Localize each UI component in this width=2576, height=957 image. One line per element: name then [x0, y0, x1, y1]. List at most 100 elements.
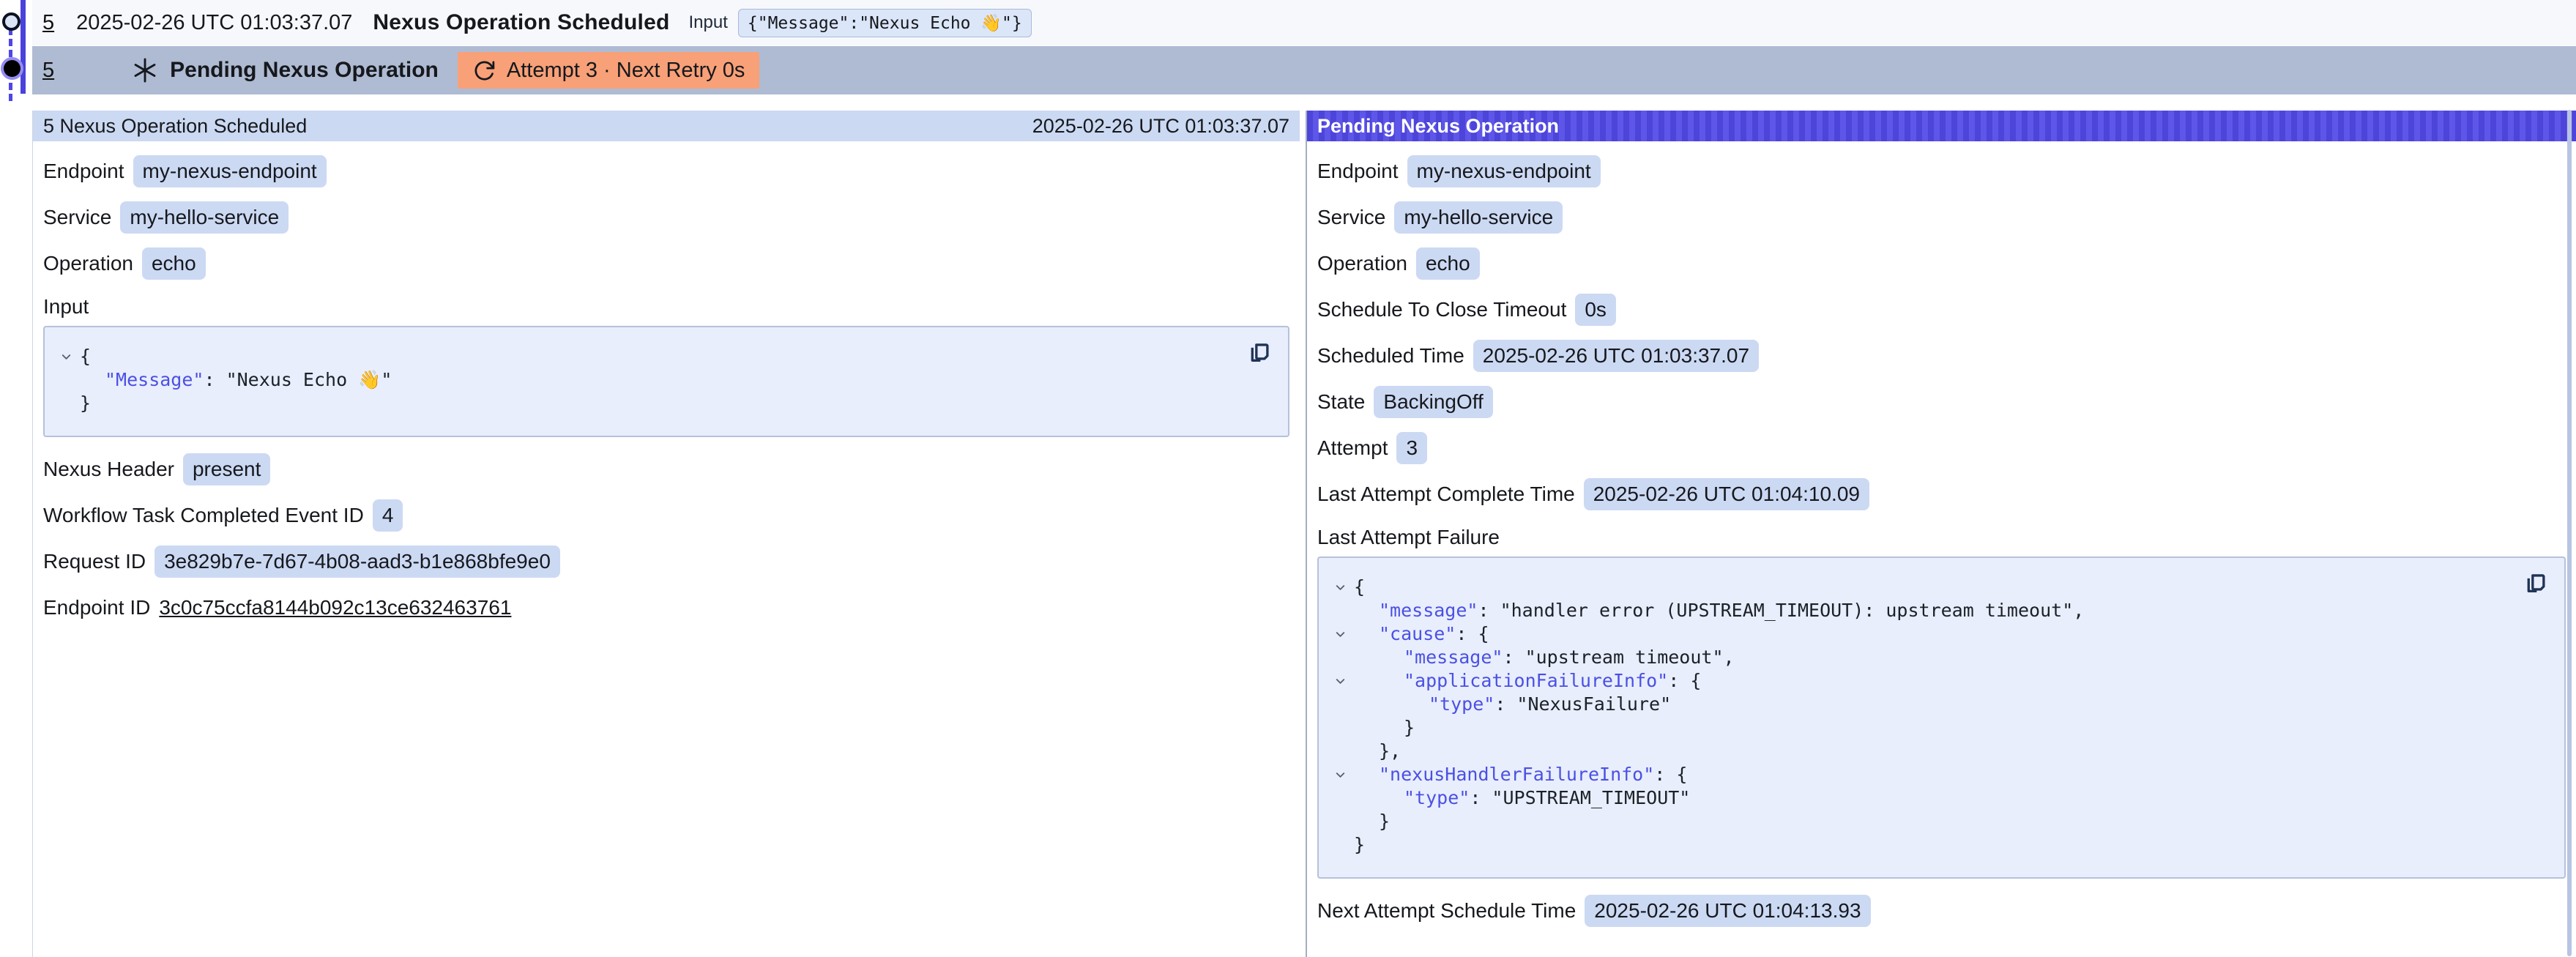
- detail-panels: 5 Nexus Operation Scheduled 2025-02-26 U…: [0, 111, 2576, 957]
- event-id-link[interactable]: 5: [42, 11, 54, 35]
- field-value-chip: my-hello-service: [1394, 201, 1563, 234]
- field-label: Next Attempt Schedule Time: [1317, 899, 1576, 923]
- field-value-chip: 0s: [1575, 294, 1616, 326]
- json-line: },: [1326, 740, 2506, 763]
- retry-status-badge: Attempt 3 · Next Retry 0s: [458, 52, 760, 89]
- field-row-endpoint-id: Endpoint ID 3c0c75ccfa8144b092c13ce63246…: [43, 592, 1300, 624]
- field-value-chip: present: [183, 453, 270, 485]
- field-label: Workflow Task Completed Event ID: [43, 504, 364, 527]
- field-label: Attempt: [1317, 436, 1388, 460]
- pending-operation-row[interactable]: 5 Pending Nexus Operation Attempt 3 · Ne…: [32, 46, 2576, 94]
- json-line: {: [1326, 576, 2506, 599]
- event-panel-timestamp: 2025-02-26 UTC 01:03:37.07: [1032, 115, 1289, 138]
- event-title: Nexus Operation Scheduled: [373, 10, 669, 35]
- pending-title: Pending Nexus Operation: [170, 58, 439, 83]
- json-line: "message": "handler error (UPSTREAM_TIME…: [1326, 599, 2506, 622]
- failure-section-label: Last Attempt Failure: [1317, 526, 2576, 549]
- timeline-node-open-icon: [2, 12, 21, 31]
- field-row-operation: Operation echo: [43, 247, 1300, 280]
- collapse-chevron-icon[interactable]: [1326, 763, 1354, 786]
- event-summary-row[interactable]: 5 2025-02-26 UTC 01:03:37.07 Nexus Opera…: [32, 0, 2576, 45]
- field-label: Last Attempt Complete Time: [1317, 483, 1575, 506]
- retry-badge-text: Attempt 3 · Next Retry 0s: [507, 59, 745, 83]
- gutter-spacer: [1326, 599, 1354, 622]
- collapse-chevron-icon[interactable]: [1326, 669, 1354, 693]
- input-json-viewer: {"Message": "Nexus Echo 👋"}: [43, 326, 1289, 437]
- field-label: Endpoint ID: [43, 596, 150, 619]
- field-label: Nexus Header: [43, 458, 174, 481]
- field-row-operation: Operation echo: [1317, 247, 2576, 280]
- field-label: Service: [43, 206, 111, 229]
- copy-icon[interactable]: [2520, 570, 2550, 599]
- collapse-chevron-icon[interactable]: [1326, 576, 1354, 599]
- gutter-spacer: [1326, 646, 1354, 669]
- field-label: State: [1317, 390, 1365, 414]
- pending-panel-header: Pending Nexus Operation: [1307, 111, 2576, 141]
- field-value-chip: my-nexus-endpoint: [133, 155, 327, 187]
- json-line: "Message": "Nexus Echo 👋": [52, 368, 1229, 392]
- field-row-service: Service my-hello-service: [43, 201, 1300, 234]
- gutter-spacer: [1326, 693, 1354, 716]
- vertical-scrollbar[interactable]: [2567, 110, 2572, 956]
- field-value-chip: 2025-02-26 UTC 01:04:13.93: [1585, 895, 1870, 927]
- json-line: }: [1326, 716, 2506, 740]
- field-label: Endpoint: [43, 160, 124, 183]
- field-label: Endpoint: [1317, 160, 1399, 183]
- pending-panel-title: Pending Nexus Operation: [1317, 115, 1559, 138]
- event-panel-title: 5 Nexus Operation Scheduled: [43, 115, 307, 138]
- json-line: "message": "upstream timeout",: [1326, 646, 2506, 669]
- event-input-preview-chip[interactable]: {"Message":"Nexus Echo 👋"}: [738, 9, 1032, 37]
- field-label: Operation: [43, 252, 133, 275]
- input-section-label: Input: [43, 295, 1300, 319]
- json-line: "type": "NexusFailure": [1326, 693, 2506, 716]
- pending-id-link[interactable]: 5: [42, 59, 54, 83]
- collapse-chevron-icon[interactable]: [1326, 622, 1354, 646]
- field-row-wft-completed-event-id: Workflow Task Completed Event ID 4: [43, 499, 1300, 532]
- gutter-spacer: [52, 368, 80, 392]
- field-row-service: Service my-hello-service: [1317, 201, 2576, 234]
- failure-json-viewer: {"message": "handler error (UPSTREAM_TIM…: [1317, 556, 2566, 879]
- copy-icon[interactable]: [1244, 339, 1273, 368]
- json-line: }: [1326, 833, 2506, 857]
- json-line: }: [1326, 810, 2506, 833]
- timeline-node-current-icon: [4, 60, 21, 77]
- field-value-chip: 4: [373, 499, 403, 532]
- collapse-chevron-icon[interactable]: [52, 345, 80, 368]
- event-input-label: Input: [689, 12, 728, 33]
- json-line: "type": "UPSTREAM_TIMEOUT": [1326, 786, 2506, 810]
- field-row-nexus-header: Nexus Header present: [43, 453, 1300, 485]
- timeline-rail-bar: [21, 0, 26, 94]
- field-row-schedule-to-close-timeout: Schedule To Close Timeout 0s: [1317, 294, 2576, 326]
- endpoint-id-link[interactable]: 3c0c75ccfa8144b092c13ce632463761: [159, 592, 511, 624]
- gutter-spacer: [1326, 833, 1354, 857]
- field-value-chip: my-hello-service: [120, 201, 289, 234]
- field-value-chip: 2025-02-26 UTC 01:03:37.07: [1473, 340, 1759, 372]
- field-row-last-attempt-complete-time: Last Attempt Complete Time 2025-02-26 UT…: [1317, 478, 2576, 510]
- field-row-state: State BackingOff: [1317, 386, 2576, 418]
- json-line: }: [52, 392, 1229, 415]
- field-label: Scheduled Time: [1317, 344, 1464, 368]
- json-line: "applicationFailureInfo": {: [1326, 669, 2506, 693]
- field-value-chip: BackingOff: [1374, 386, 1492, 418]
- json-line: "cause": {: [1326, 622, 2506, 646]
- pending-asterisk-icon: [130, 56, 160, 85]
- field-value-chip: my-nexus-endpoint: [1407, 155, 1601, 187]
- pending-operation-panel: Pending Nexus Operation Endpoint my-nexu…: [1306, 111, 2576, 957]
- field-row-endpoint: Endpoint my-nexus-endpoint: [43, 155, 1300, 187]
- field-label: Schedule To Close Timeout: [1317, 298, 1566, 321]
- json-line: "nexusHandlerFailureInfo": {: [1326, 763, 2506, 786]
- field-value-chip: 2025-02-26 UTC 01:04:10.09: [1584, 478, 1869, 510]
- field-label: Operation: [1317, 252, 1407, 275]
- field-value-chip: echo: [142, 247, 206, 280]
- event-timestamp: 2025-02-26 UTC 01:03:37.07: [76, 11, 352, 35]
- gutter-spacer: [1326, 716, 1354, 740]
- gutter-spacer: [1326, 786, 1354, 810]
- json-line: {: [52, 345, 1229, 368]
- field-value-chip: echo: [1416, 247, 1480, 280]
- retry-icon: [472, 59, 496, 83]
- field-value-chip: 3e829b7e-7d67-4b08-aad3-b1e868bfe9e0: [155, 545, 560, 578]
- field-row-scheduled-time: Scheduled Time 2025-02-26 UTC 01:03:37.0…: [1317, 340, 2576, 372]
- event-panel-header: 5 Nexus Operation Scheduled 2025-02-26 U…: [33, 111, 1300, 141]
- field-label: Service: [1317, 206, 1385, 229]
- field-value-chip: 3: [1396, 432, 1427, 464]
